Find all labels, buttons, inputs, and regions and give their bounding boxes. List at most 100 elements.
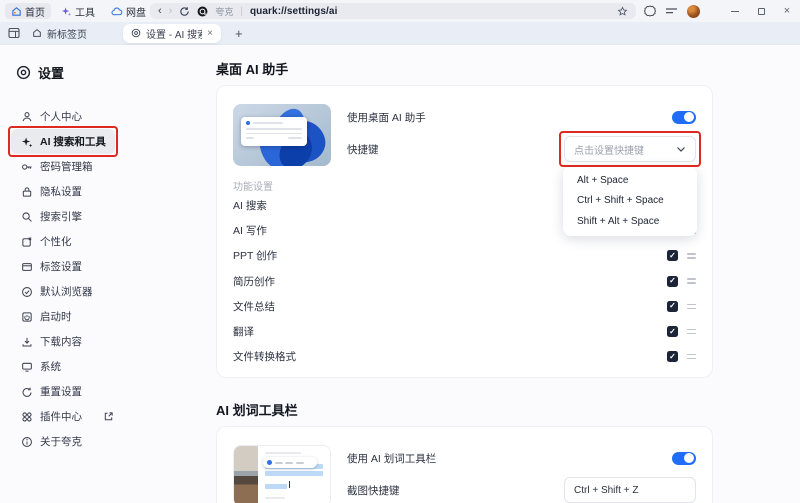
screenshot-shortcut-input[interactable]: Ctrl + Shift + Z <box>564 477 696 503</box>
key-icon <box>20 161 33 173</box>
tab-overview-icon[interactable] <box>8 27 20 39</box>
sidebar-item-label: 插件中心 <box>40 411 82 423</box>
settings-gear-icon <box>16 65 31 80</box>
settings-main: 桌面 AI 助手 使用桌面 AI 助手 快捷键 点击设置快捷键 Alt + Sp… <box>216 45 800 503</box>
ai-toolbar-toggle[interactable] <box>672 451 696 465</box>
drag-handle[interactable] <box>687 278 696 284</box>
sidebar-item-label: 重置设置 <box>40 386 82 398</box>
dropdown-option[interactable]: Alt + Space <box>563 170 697 191</box>
avatar[interactable] <box>687 4 700 18</box>
feature-checkbox[interactable] <box>667 300 678 312</box>
tools-sparkle-icon <box>61 6 72 17</box>
feature-checkbox[interactable] <box>667 250 678 262</box>
home-tab-icon <box>32 28 42 38</box>
feature-row-file-convert: 文件转换格式 <box>233 344 696 369</box>
sidebar-item-label: AI 搜索和工具 <box>40 136 106 148</box>
enable-ai-toolbar-label: 使用 AI 划词工具栏 <box>347 452 437 465</box>
sidebar-item-downloads[interactable]: 下载内容 <box>11 329 91 354</box>
maximize-button[interactable] <box>748 0 774 22</box>
external-link-icon <box>103 411 114 422</box>
bookmark-star-icon[interactable] <box>617 5 628 17</box>
minimize-button[interactable] <box>722 0 748 22</box>
dropdown-option[interactable]: Ctrl + Shift + Space <box>563 191 697 212</box>
enable-desktop-ai-label: 使用桌面 AI 助手 <box>347 111 426 124</box>
back-icon[interactable]: ‹ <box>158 5 162 17</box>
refresh-icon[interactable] <box>179 6 190 17</box>
sidebar-item-label: 启动时 <box>40 311 72 323</box>
lock-icon <box>20 186 33 198</box>
download-icon <box>20 336 33 348</box>
sidebar-item-label: 关于夸克 <box>40 436 82 448</box>
feature-row-ppt: PPT 创作 <box>233 243 696 268</box>
drag-handle[interactable] <box>687 253 696 259</box>
feature-checkbox[interactable] <box>667 275 678 287</box>
sidebar-item-label: 下载内容 <box>40 336 82 348</box>
shortcut-select[interactable]: 点击设置快捷键 <box>564 136 696 162</box>
startup-icon <box>20 311 33 323</box>
settings-sidebar: 设置 个人中心 AI 搜索和工具 密码管理箱 隐私设置 搜索引擎 个性化 标签设… <box>0 45 210 503</box>
sidebar-item-default-browser[interactable]: 默认浏览器 <box>11 279 102 304</box>
reset-icon <box>20 386 33 398</box>
desktop-ai-preview-image <box>233 104 331 166</box>
ai-toolbar-card: 使用 AI 划词工具栏 截图快捷键 Ctrl + Shift + Z <box>216 426 713 503</box>
sidebar-item-startup[interactable]: 启动时 <box>11 304 81 329</box>
cloud-icon <box>111 6 123 17</box>
sidebar-item-system[interactable]: 系统 <box>11 354 70 379</box>
sidebar-item-password-manager[interactable]: 密码管理箱 <box>11 154 102 179</box>
sidebar-title-label: 设置 <box>38 66 65 81</box>
feature-row-file-summary: 文件总结 <box>233 294 696 319</box>
personalize-icon <box>20 236 33 248</box>
sidebar-item-label: 个性化 <box>40 236 72 248</box>
menu-icon[interactable] <box>665 6 678 16</box>
url-text[interactable]: quark://settings/ai <box>250 6 337 17</box>
browser-top-bar: 首页 工具 网盘 ‹ › 夸克 | quark://settings/ai × <box>0 0 800 22</box>
default-browser-icon <box>20 286 33 298</box>
sidebar-item-about[interactable]: 关于夸克 <box>11 429 91 454</box>
tab-close-icon[interactable]: × <box>207 28 213 39</box>
toolbar-right-icons <box>644 0 700 22</box>
drag-handle[interactable] <box>687 328 696 335</box>
dropdown-option[interactable]: Shift + Alt + Space <box>563 211 697 232</box>
home-icon <box>11 6 22 17</box>
sidebar-item-label: 密码管理箱 <box>40 161 93 173</box>
feature-checkbox[interactable] <box>667 326 678 338</box>
tab-settings[interactable]: 设置 - AI 搜索和工... × <box>123 23 221 43</box>
feature-checkbox[interactable] <box>667 351 678 363</box>
section-title-ai-toolbar: AI 划词工具栏 <box>216 403 298 419</box>
new-tab-button[interactable]: + <box>235 26 243 41</box>
extensions-icon[interactable] <box>644 5 656 17</box>
sidebar-item-personal-center[interactable]: 个人中心 <box>11 104 91 129</box>
drive-button-label: 网盘 <box>126 7 146 19</box>
sidebar-item-plugin-center[interactable]: 插件中心 <box>11 404 123 429</box>
forward-icon[interactable]: › <box>169 5 173 17</box>
cloud-drive-button[interactable]: 网盘 <box>105 3 152 19</box>
close-window-button[interactable]: × <box>774 0 800 22</box>
shortcut-placeholder: 点击设置快捷键 <box>574 145 644 157</box>
ai-sparkle-icon <box>20 136 33 148</box>
sidebar-item-personalization[interactable]: 个性化 <box>11 229 81 254</box>
desktop-ai-toggle[interactable] <box>672 110 696 124</box>
tools-button[interactable]: 工具 <box>55 3 101 19</box>
url-separator: | <box>240 5 243 17</box>
shortcut-dropdown-menu: Alt + Space Ctrl + Shift + Space Shift +… <box>563 166 697 236</box>
sidebar-item-search-engine[interactable]: 搜索引擎 <box>11 204 91 229</box>
sidebar-item-ai-search-tools[interactable]: AI 搜索和工具 <box>8 126 118 157</box>
feature-row-translate: 翻译 <box>233 319 696 344</box>
tools-button-label: 工具 <box>75 7 95 19</box>
chevron-down-icon <box>676 146 686 153</box>
sidebar-item-label: 个人中心 <box>40 111 82 123</box>
home-button[interactable]: 首页 <box>5 3 51 19</box>
sidebar-item-reset[interactable]: 重置设置 <box>11 379 91 404</box>
sidebar-item-privacy[interactable]: 隐私设置 <box>11 179 91 204</box>
sidebar-title: 设置 <box>16 63 210 82</box>
quark-logo-icon <box>197 6 208 17</box>
tab-new-page[interactable]: 新标签页 <box>24 24 95 43</box>
sidebar-item-tab-settings[interactable]: 标签设置 <box>11 254 91 279</box>
search-icon <box>20 211 33 223</box>
sidebar-item-label: 搜索引擎 <box>40 211 82 223</box>
drag-handle[interactable] <box>687 303 696 310</box>
drag-handle[interactable] <box>687 353 696 360</box>
url-bar[interactable]: ‹ › 夸克 | quark://settings/ai <box>150 3 636 19</box>
sidebar-item-label: 系统 <box>40 361 61 373</box>
sidebar-item-label: 隐私设置 <box>40 186 82 198</box>
